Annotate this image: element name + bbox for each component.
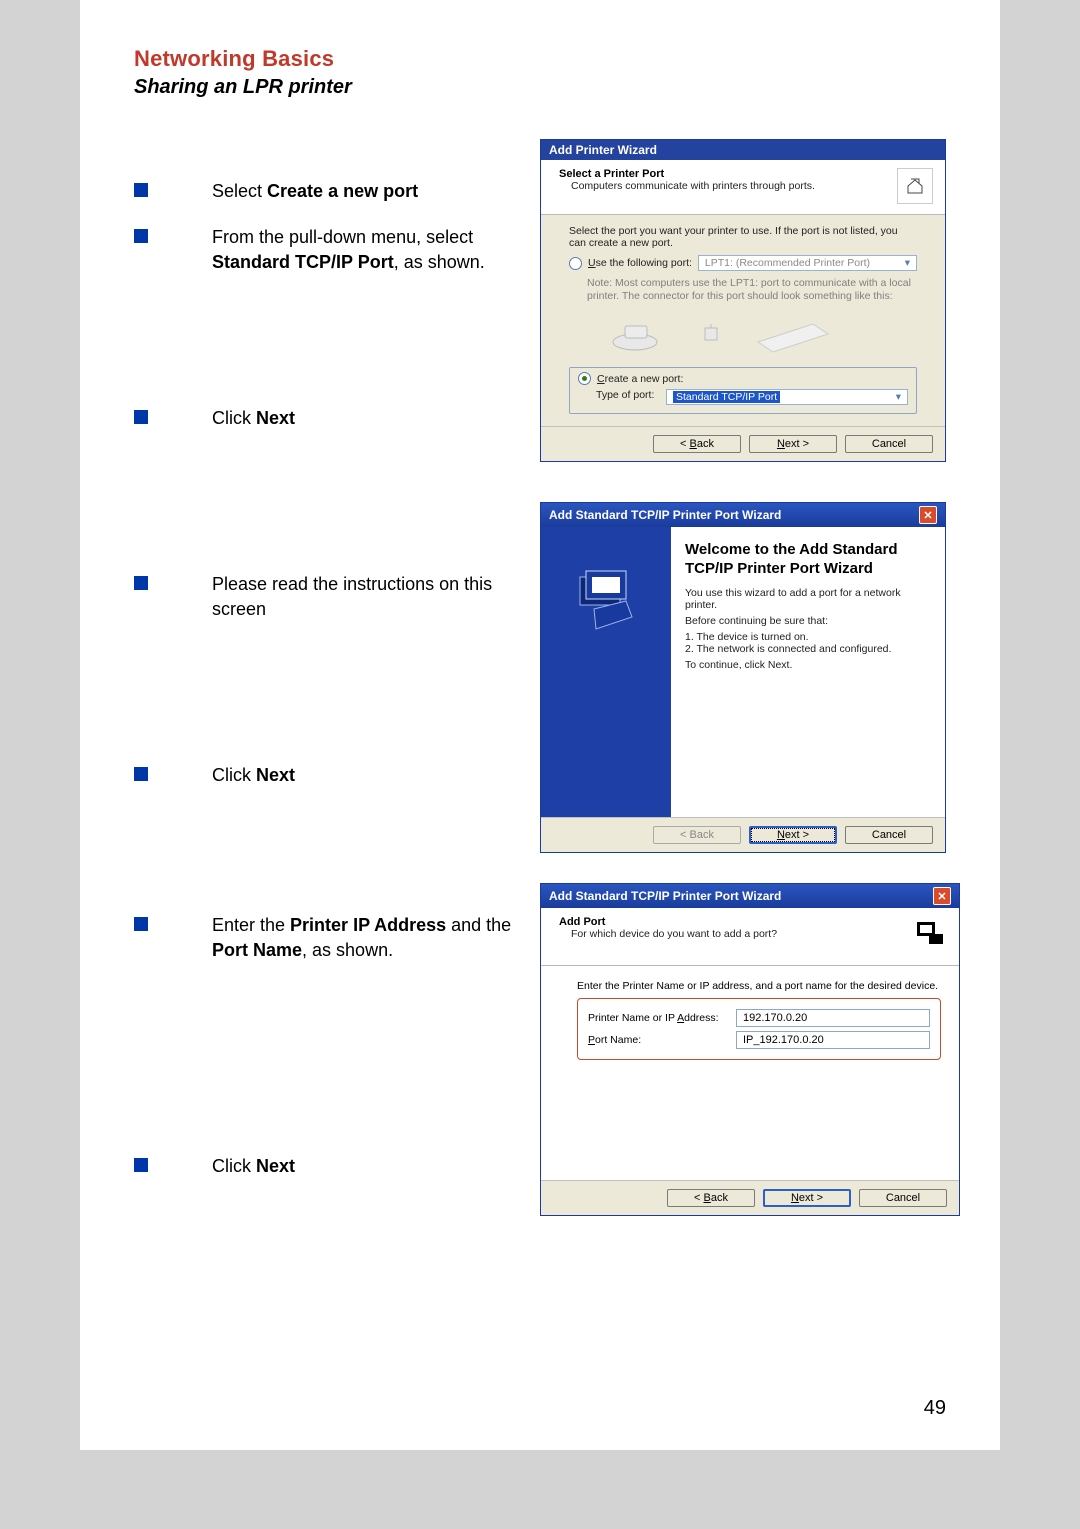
bullet-icon <box>134 576 148 590</box>
bullet-icon <box>134 410 148 424</box>
step-1: Select Create a new port <box>212 179 418 203</box>
printer-address-input[interactable]: 192.170.0.20 <box>736 1009 930 1027</box>
wizard1-subheading: Computers communicate with printers thro… <box>571 180 897 192</box>
type-of-port-label: Type of port: <box>596 389 666 401</box>
port-name-input[interactable]: IP_192.170.0.20 <box>736 1031 930 1049</box>
wizard-add-printer: Add Printer Wizard Select a Printer Port… <box>540 139 946 462</box>
step-4: Please read the instructions on this scr… <box>212 572 534 621</box>
wizard-welcome: Add Standard TCP/IP Printer Port Wizard … <box>540 502 946 853</box>
wizard3-subheading: For which device do you want to add a po… <box>571 928 777 940</box>
type-of-port-dropdown[interactable]: Standard TCP/IP Port ▾ <box>666 389 908 405</box>
step-3: Click Next <box>212 406 295 430</box>
wizard2-title: Add Standard TCP/IP Printer Port Wizard <box>549 508 781 522</box>
wizard3-title: Add Standard TCP/IP Printer Port Wizard <box>549 889 781 903</box>
radio-create-new-port[interactable] <box>578 372 591 385</box>
wizard2-p1: You use this wizard to add a port for a … <box>685 587 931 611</box>
type-of-port-value: Standard TCP/IP Port <box>673 391 780 403</box>
wizard2-l2: 2. The network is connected and configur… <box>685 643 931 655</box>
doc-title: Networking Basics <box>134 46 946 72</box>
chevron-down-icon: ▾ <box>896 391 901 403</box>
next-button[interactable]: Next > <box>763 1189 851 1207</box>
wizard2-continue: To continue, click Next. <box>685 659 931 671</box>
wizard2-p2: Before continuing be sure that: <box>685 615 931 627</box>
wizard2-heading: Welcome to the Add Standard TCP/IP Print… <box>685 541 931 579</box>
wizard1-heading: Select a Printer Port <box>559 168 897 180</box>
cancel-button[interactable]: Cancel <box>845 826 933 844</box>
wizard2-l1: 1. The device is turned on. <box>685 631 931 643</box>
step-2: From the pull-down menu, select Standard… <box>212 225 534 274</box>
back-button[interactable]: < Back <box>653 435 741 453</box>
close-icon[interactable]: ✕ <box>919 506 937 524</box>
step-6: Enter the Printer IP Address and the Por… <box>212 913 534 962</box>
wizard3-heading: Add Port <box>559 916 777 928</box>
wizard1-note: Note: Most computers use the LPT1: port … <box>587 277 917 303</box>
back-button: < Back <box>653 826 741 844</box>
close-icon[interactable]: ✕ <box>933 887 951 905</box>
wizard1-title: Add Printer Wizard <box>541 140 945 160</box>
port-name-label: Port Name: <box>588 1034 736 1046</box>
next-button[interactable]: Next > <box>749 435 837 453</box>
step-5: Click Next <box>212 763 295 787</box>
wizard1-intro: Select the port you want your printer to… <box>569 225 917 249</box>
radio-use-label: Use the following port: <box>588 257 692 269</box>
printer-icon <box>897 168 933 204</box>
printer-network-icon <box>911 916 947 955</box>
cancel-button[interactable]: Cancel <box>845 435 933 453</box>
step-7: Click Next <box>212 1154 295 1178</box>
use-port-value: LPT1: (Recommended Printer Port) <box>705 257 870 269</box>
cancel-button[interactable]: Cancel <box>859 1189 947 1207</box>
bullet-icon <box>134 767 148 781</box>
port-illustration <box>609 307 917 361</box>
page-number: 49 <box>924 1397 946 1420</box>
radio-use-following-port[interactable] <box>569 257 582 270</box>
bullet-icon <box>134 917 148 931</box>
radio-create-label: Create a new port: <box>597 373 683 385</box>
next-button[interactable]: Next > <box>749 826 837 844</box>
back-button[interactable]: < Back <box>667 1189 755 1207</box>
doc-subtitle: Sharing an LPR printer <box>134 76 946 99</box>
use-port-dropdown[interactable]: LPT1: (Recommended Printer Port) ▾ <box>698 255 917 271</box>
wizard2-sidebar-graphic <box>541 527 671 817</box>
wizard-add-port: Add Standard TCP/IP Printer Port Wizard … <box>540 883 960 1216</box>
chevron-down-icon: ▾ <box>905 257 910 269</box>
bullet-icon <box>134 229 148 243</box>
bullet-icon <box>134 1158 148 1172</box>
printer-address-label: Printer Name or IP Address: <box>588 1012 736 1024</box>
wizard3-intro: Enter the Printer Name or IP address, an… <box>577 980 941 992</box>
bullet-icon <box>134 183 148 197</box>
